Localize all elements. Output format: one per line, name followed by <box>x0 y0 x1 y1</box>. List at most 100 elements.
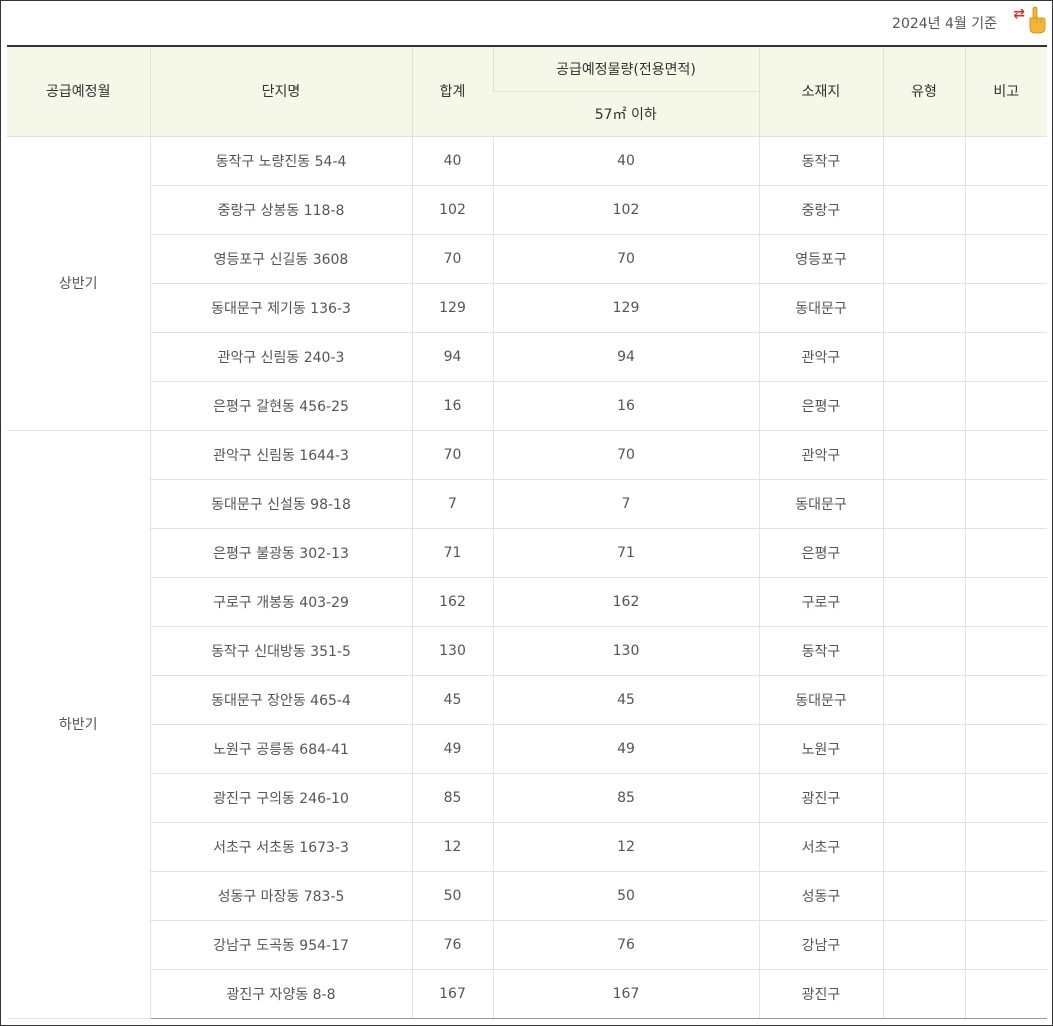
cell-location: 관악구 <box>758 430 883 480</box>
cell-note <box>964 577 1047 627</box>
cell-name: 관악구 신림동 240-3 <box>149 332 412 382</box>
cell-note <box>964 234 1047 284</box>
cell-location: 노원구 <box>758 724 883 774</box>
cell-supply: 70 <box>492 234 759 284</box>
supply-schedule-table: 공급예정월 단지명 합계 공급예정물량(전용면적) 소재지 유형 비고 57㎡ … <box>7 45 1047 1019</box>
cell-note <box>964 528 1047 578</box>
col-header-location: 소재지 <box>758 45 883 137</box>
table-row: 중랑구 상봉동 118-8 102 102 중랑구 <box>7 185 1047 235</box>
cell-name: 동작구 신대방동 351-5 <box>149 626 412 676</box>
cell-name: 노원구 공릉동 684-41 <box>149 724 412 774</box>
cell-supply: 129 <box>492 283 759 333</box>
cell-type <box>882 430 965 480</box>
cell-total: 70 <box>411 234 493 284</box>
cell-total: 45 <box>411 675 493 725</box>
cell-type <box>882 577 965 627</box>
table-row: 상반기 동작구 노량진동 54-4 40 40 동작구 <box>7 136 1047 431</box>
cell-name: 동작구 노량진동 54-4 <box>149 136 412 186</box>
table-row: 동대문구 제기동 136-3 129 129 동대문구 <box>7 283 1047 333</box>
cell-note <box>964 332 1047 382</box>
cell-type <box>882 920 965 970</box>
cell-location: 동대문구 <box>758 675 883 725</box>
col-header-supply-sub: 57㎡ 이하 <box>493 91 759 137</box>
cell-location: 은평구 <box>758 381 883 431</box>
cell-type <box>882 479 965 529</box>
cell-note <box>964 773 1047 823</box>
cell-note <box>964 185 1047 235</box>
cell-type <box>882 871 965 921</box>
swap-icon[interactable]: ⇄ <box>1013 6 1025 22</box>
cell-total: 130 <box>411 626 493 676</box>
cell-note <box>964 969 1047 1019</box>
cell-location: 동대문구 <box>758 479 883 529</box>
cell-note <box>964 871 1047 921</box>
cell-total: 50 <box>411 871 493 921</box>
table-body: 상반기 동작구 노량진동 54-4 40 40 동작구 중랑구 상봉동 118-8 102 1… <box>7 136 1047 1019</box>
col-header-type: 유형 <box>882 45 965 137</box>
cell-total: 40 <box>411 136 493 186</box>
cell-supply: 85 <box>492 773 759 823</box>
cell-type <box>882 185 965 235</box>
cell-total: 76 <box>411 920 493 970</box>
col-header-name: 단지명 <box>149 45 412 137</box>
table-row: 노원구 공릉동 684-41 49 49 노원구 <box>7 724 1047 774</box>
cell-location: 광진구 <box>758 773 883 823</box>
cell-total: 167 <box>411 969 493 1019</box>
table-row: 성동구 마장동 783-5 50 50 성동구 <box>7 871 1047 921</box>
cell-name: 동대문구 장안동 465-4 <box>149 675 412 725</box>
cell-type <box>882 724 965 774</box>
cell-name: 동대문구 제기동 136-3 <box>149 283 412 333</box>
cell-total: 102 <box>411 185 493 235</box>
cell-type <box>882 234 965 284</box>
cell-total: 129 <box>411 283 493 333</box>
col-header-month: 공급예정월 <box>7 45 150 137</box>
cell-total: 94 <box>411 332 493 382</box>
table-row: 구로구 개봉동 403-29 162 162 구로구 <box>7 577 1047 627</box>
cell-type <box>882 528 965 578</box>
cell-location: 서초구 <box>758 822 883 872</box>
cell-supply: 49 <box>492 724 759 774</box>
cell-note <box>964 822 1047 872</box>
cell-total: 70 <box>411 430 493 480</box>
cell-total: 162 <box>411 577 493 627</box>
cell-location: 동작구 <box>758 626 883 676</box>
cell-location: 은평구 <box>758 528 883 578</box>
cell-supply: 7 <box>492 479 759 529</box>
cell-location: 광진구 <box>758 969 883 1019</box>
cell-supply: 102 <box>492 185 759 235</box>
cell-supply: 45 <box>492 675 759 725</box>
table-row: 관악구 신림동 240-3 94 94 관악구 <box>7 332 1047 382</box>
table-row: 은평구 갈현동 456-25 16 16 은평구 <box>7 381 1047 431</box>
table-row: 하반기 관악구 신림동 1644-3 70 70 관악구 <box>7 430 1047 1019</box>
cell-total: 7 <box>411 479 493 529</box>
cell-location: 동작구 <box>758 136 883 186</box>
cell-name: 서초구 서초동 1673-3 <box>149 822 412 872</box>
cell-supply: 50 <box>492 871 759 921</box>
cell-name: 관악구 신림동 1644-3 <box>149 430 412 480</box>
col-header-note: 비고 <box>964 45 1047 137</box>
cell-type <box>882 822 965 872</box>
cell-supply: 16 <box>492 381 759 431</box>
table-row: 서초구 서초동 1673-3 12 12 서초구 <box>7 822 1047 872</box>
cell-note <box>964 675 1047 725</box>
cell-location: 영등포구 <box>758 234 883 284</box>
cell-supply: 130 <box>492 626 759 676</box>
cell-supply: 71 <box>492 528 759 578</box>
cell-supply: 70 <box>492 430 759 480</box>
cell-type <box>882 136 965 186</box>
pointing-hand-icon[interactable] <box>1027 6 1047 34</box>
table-row: 동대문구 장안동 465-4 45 45 동대문구 <box>7 675 1047 725</box>
half-period-cell: 하반기 <box>7 430 150 1019</box>
cell-supply: 40 <box>492 136 759 186</box>
cell-type <box>882 332 965 382</box>
cell-type <box>882 283 965 333</box>
as-of-date: 2024년 4월 기준 <box>892 16 997 32</box>
cell-name: 강남구 도곡동 954-17 <box>149 920 412 970</box>
top-bar: 2024년 4월 기준 ⇄ <box>0 0 1051 44</box>
table-row: 동대문구 신설동 98-18 7 7 동대문구 <box>7 479 1047 529</box>
cell-total: 71 <box>411 528 493 578</box>
cell-note <box>964 136 1047 186</box>
cell-total: 85 <box>411 773 493 823</box>
cell-name: 광진구 구의동 246-10 <box>149 773 412 823</box>
cell-note <box>964 283 1047 333</box>
